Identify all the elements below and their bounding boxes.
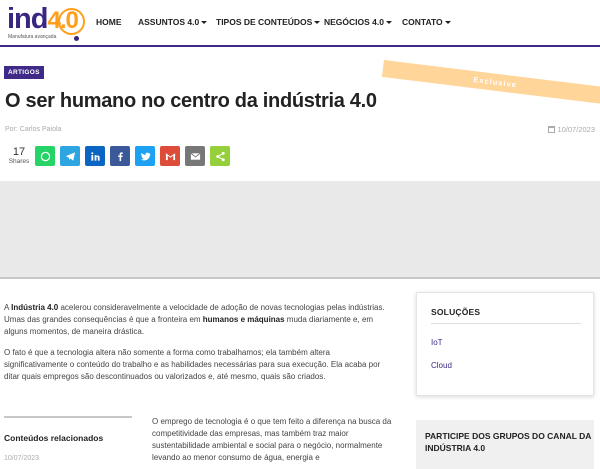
twitter-icon: [140, 152, 150, 160]
logo-tagline: Manufatura avançada: [8, 34, 57, 40]
exclusive-ribbon: Exclusive: [381, 60, 600, 105]
related-title: Conteúdos relacionados: [4, 433, 104, 443]
solutions-link-iot[interactable]: IoT: [431, 338, 443, 347]
article-title: O ser humano no centro da indústria 4.0: [5, 90, 377, 112]
gmail-icon: [165, 152, 175, 160]
share-counter: 17 Shares: [8, 147, 30, 166]
ad-placeholder: [0, 181, 600, 279]
share-label: Shares: [8, 158, 30, 165]
share-facebook-button[interactable]: [110, 146, 130, 166]
paragraph-2: O fato é que a tecnologia altera não som…: [4, 348, 381, 381]
share-linkedin-button[interactable]: [85, 146, 105, 166]
share-whatsapp-button[interactable]: [35, 146, 55, 166]
nav-contato[interactable]: CONTATO: [402, 17, 451, 27]
email-icon: [190, 152, 200, 160]
share-twitter-button[interactable]: [135, 146, 155, 166]
calendar-icon: [548, 126, 556, 133]
solutions-title: SOLUÇÕES: [431, 307, 481, 317]
related-content: Conteúdos relacionados 10/07/2023: [4, 416, 132, 462]
share-telegram-button[interactable]: [60, 146, 80, 166]
logo-ring: [58, 8, 85, 35]
paragraph-3: O emprego de tecnologia é o que tem feit…: [152, 417, 392, 462]
solutions-divider: [431, 323, 581, 324]
site-logo[interactable]: ind4.0 Manufatura avançada: [7, 4, 87, 44]
chevron-down-icon: [386, 21, 392, 25]
chevron-down-icon: [201, 21, 208, 25]
share-buttons: [35, 146, 230, 166]
whatsapp-icon: [40, 151, 50, 161]
related-divider: [4, 416, 132, 418]
share-count: 17: [12, 146, 26, 158]
site-header: ind4.0 Manufatura avançada HOME ASSUNTOS…: [0, 0, 600, 47]
related-date: 10/07/2023: [4, 455, 40, 462]
share-icon: [215, 151, 225, 161]
groups-title[interactable]: PARTICIPE DOS GRUPOS DO CANAL DA INDÚSTR…: [425, 430, 593, 454]
groups-widget: PARTICIPE DOS GRUPOS DO CANAL DA INDÚSTR…: [416, 420, 594, 469]
telegram-icon: [65, 151, 75, 161]
share-email-button[interactable]: [185, 146, 205, 166]
paragraph-1: A Indústria 4.0 acelerou consideravelmen…: [4, 303, 385, 336]
chevron-down-icon: [314, 21, 321, 25]
article-date: 10/07/2023: [548, 125, 595, 134]
share-gmail-button[interactable]: [160, 146, 180, 166]
link-industria-40[interactable]: Indústria 4.0: [11, 303, 58, 312]
article-byline: Por: Carlos Paiola: [5, 126, 62, 133]
linkedin-icon: [90, 151, 100, 161]
solutions-widget: SOLUÇÕES IoT Cloud: [416, 292, 594, 396]
category-tag[interactable]: ARTIGOS: [4, 66, 44, 79]
nav-tipos-conteudos[interactable]: TIPOS DE CONTEÚDOS: [216, 17, 321, 27]
logo-dot: [74, 36, 79, 41]
share-sharethis-button[interactable]: [210, 146, 230, 166]
nav-assuntos[interactable]: ASSUNTOS 4.0: [138, 17, 208, 27]
chevron-down-icon: [444, 21, 451, 25]
facebook-icon: [117, 151, 123, 161]
nav-negocios[interactable]: NEGÓCIOS 4.0: [324, 17, 392, 27]
solutions-link-cloud[interactable]: Cloud: [431, 361, 452, 370]
nav-home[interactable]: HOME: [96, 17, 122, 27]
article-body: A Indústria 4.0 acelerou consideravelmen…: [4, 302, 394, 392]
